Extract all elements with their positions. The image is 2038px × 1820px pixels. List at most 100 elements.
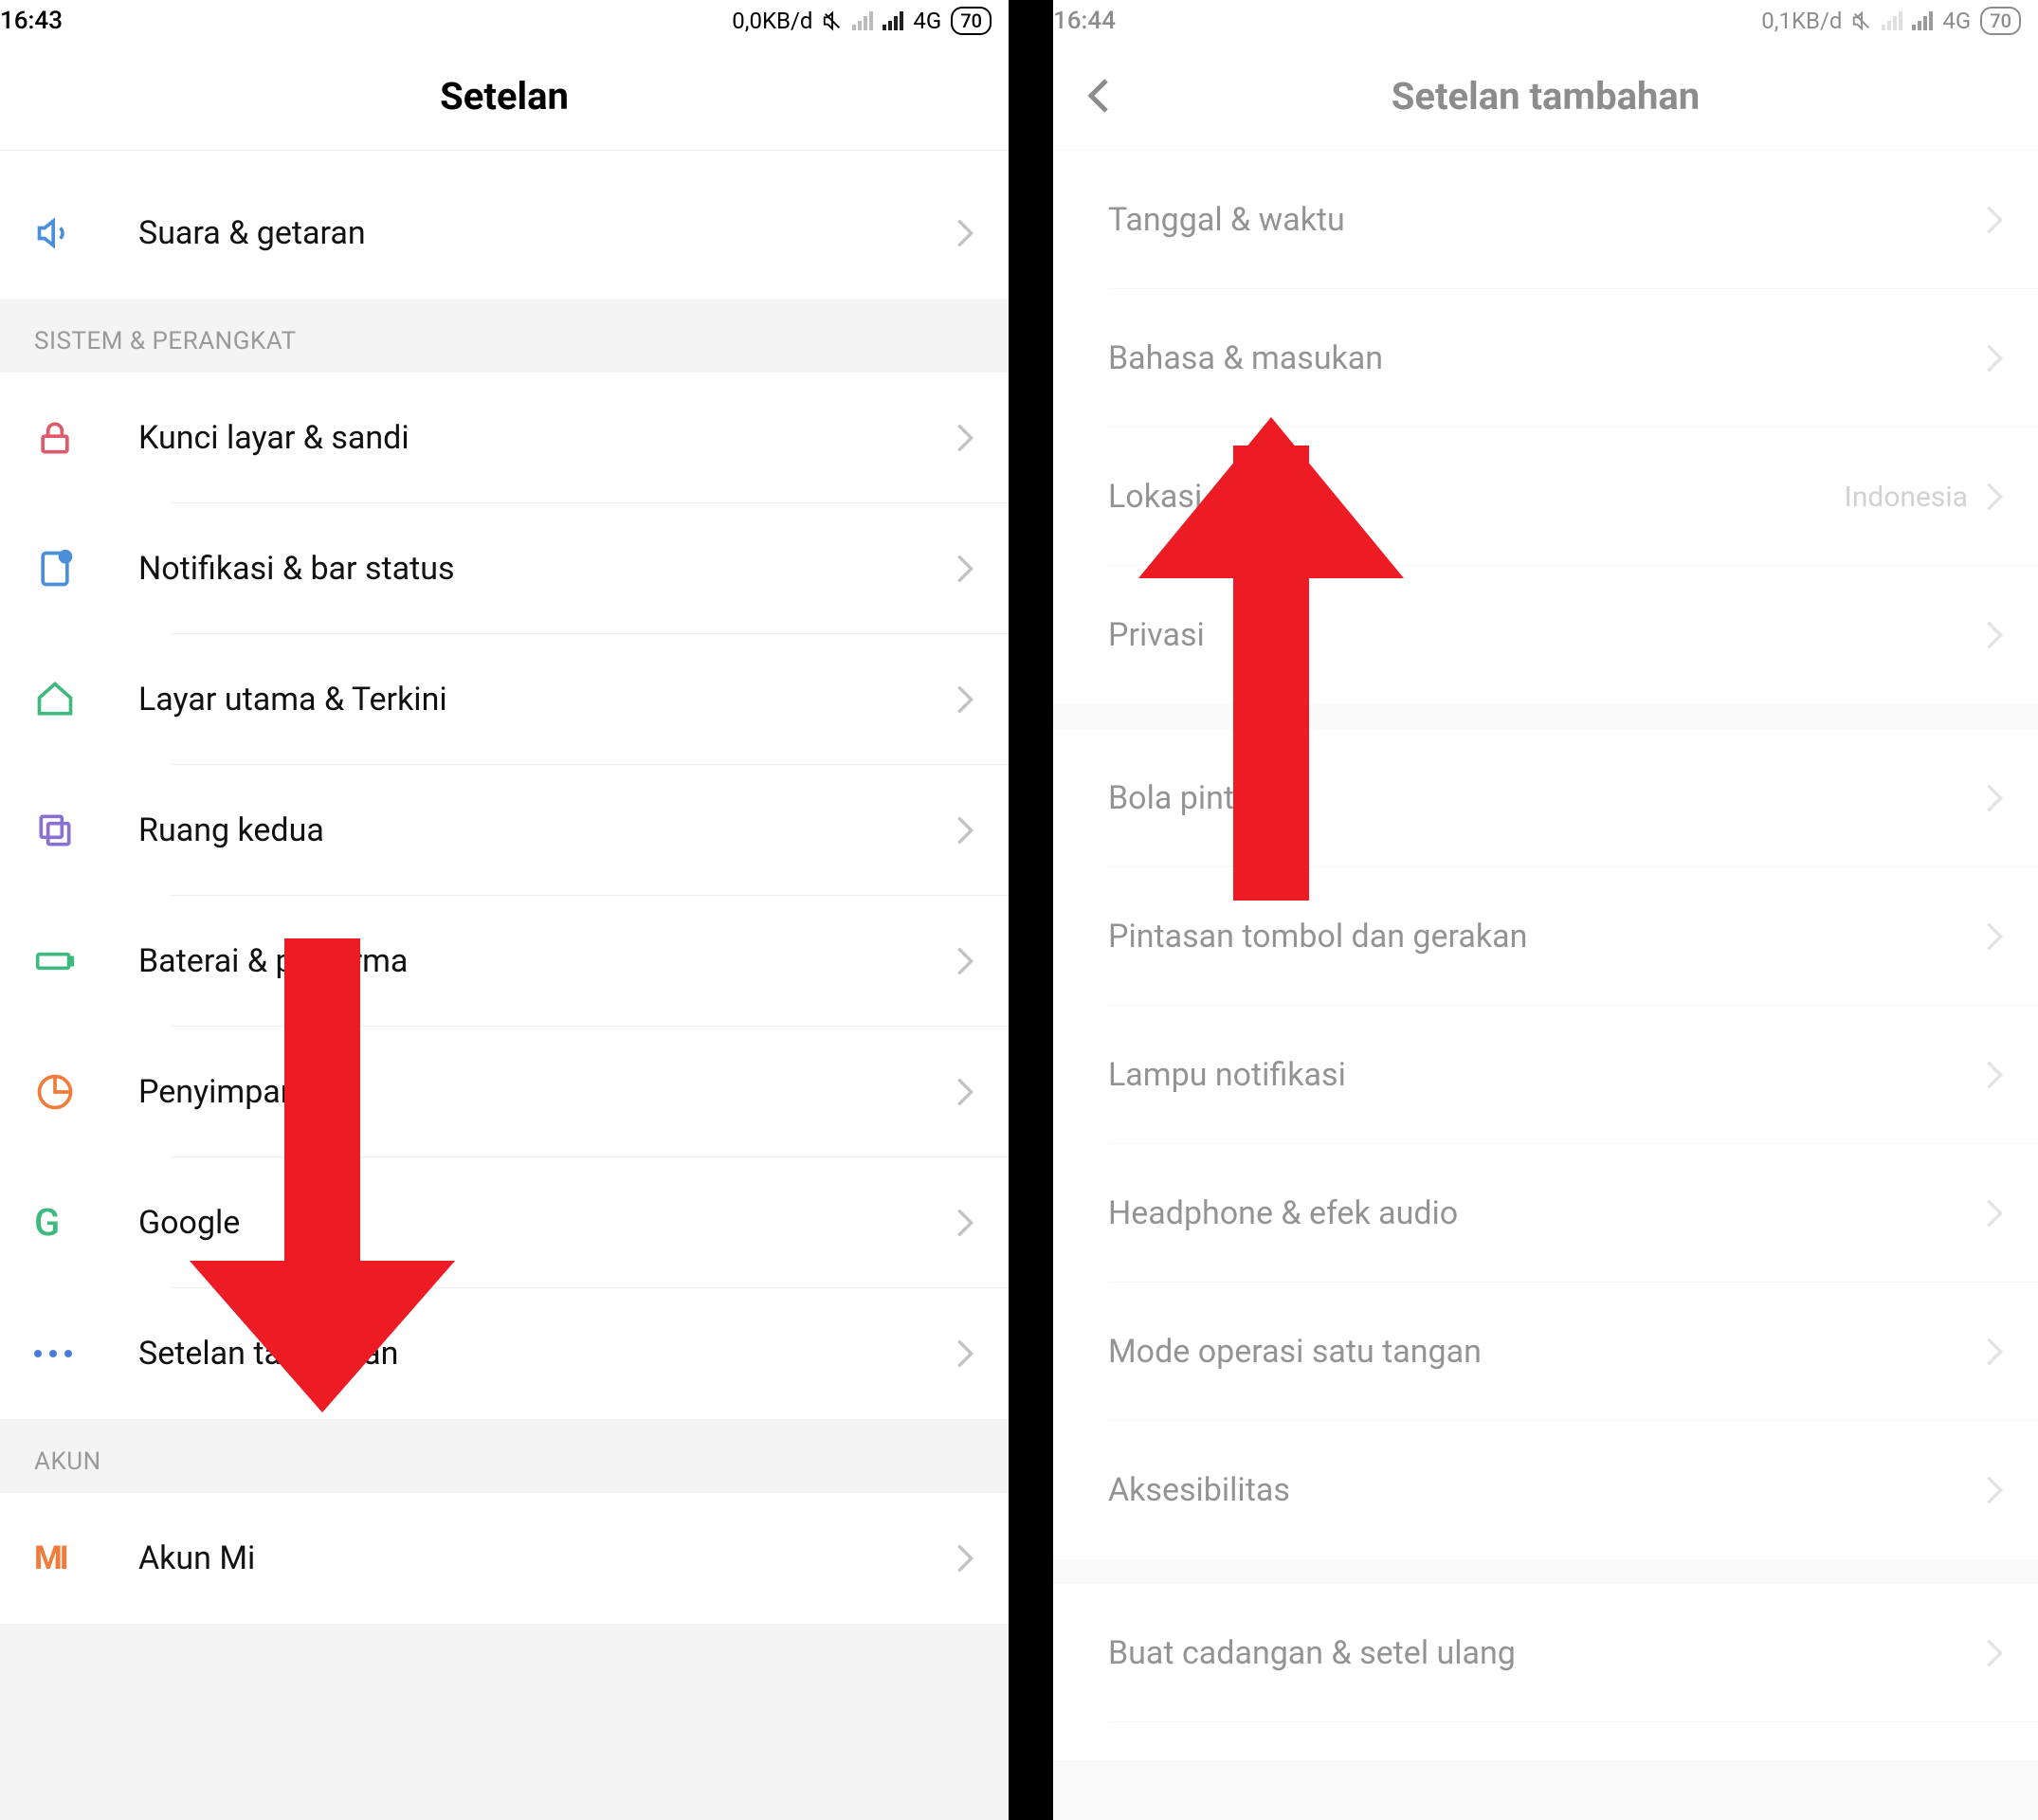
notification-icon: [34, 548, 76, 590]
mute-icon: [1851, 10, 1872, 31]
list-item-label: Penyimpanan: [138, 1073, 955, 1111]
battery-icon: [34, 940, 76, 982]
list-item-label: Setelan tambahan: [138, 1335, 955, 1373]
list-item-mode-satu-tangan[interactable]: Mode operasi satu tangan: [1053, 1283, 2038, 1421]
net-speed: 0,1KB/d: [1761, 8, 1842, 34]
copy-icon: [34, 810, 76, 851]
chevron-right-icon: [1985, 204, 2004, 236]
home-icon: [34, 679, 76, 720]
chevron-right-icon: [1985, 1059, 2004, 1091]
list-item-label: Google: [138, 1204, 955, 1242]
list-item-pintasan[interactable]: Pintasan tombol dan gerakan: [1053, 867, 2038, 1006]
google-icon: G: [34, 1202, 76, 1244]
theme-icon: [34, 151, 138, 168]
list-item-label: Lokasi: [1108, 478, 1845, 516]
list-item-label: Mode operasi satu tangan: [1108, 1333, 1985, 1371]
list-item-label: Lampu notifikasi: [1108, 1056, 1985, 1094]
list-item-headphone[interactable]: Headphone & efek audio: [1053, 1144, 2038, 1283]
chevron-left-icon: [1086, 77, 1111, 115]
list-item-label: Notifikasi & bar status: [138, 550, 955, 588]
list-item-label: Ruang kedua: [138, 811, 955, 849]
list-item-label: Privasi: [1108, 616, 1985, 654]
chevron-right-icon: [1985, 619, 2004, 651]
status-time: 16:44: [1053, 7, 1116, 35]
list-item-cadangan[interactable]: Buat cadangan & setel ulang: [1053, 1584, 2038, 1722]
list-item-tanggal[interactable]: Tanggal & waktu: [1053, 151, 2038, 289]
status-right: 0,0KB/d 4G 70: [732, 7, 992, 35]
screenshot-divider: [1009, 0, 1053, 1820]
chevron-right-icon: [955, 553, 974, 585]
list-item-lampu[interactable]: Lampu notifikasi: [1053, 1006, 2038, 1144]
list-item-mi-mover-partial[interactable]: Mi Mover: [1053, 1722, 2038, 1760]
mi-icon: MI: [34, 1538, 76, 1579]
list-item-label: Bola pintas: [1108, 779, 1985, 817]
group-akun: MI Akun Mi: [0, 1493, 1009, 1624]
chevron-right-icon: [1985, 1637, 2004, 1669]
list-item-kunci[interactable]: Kunci layar & sandi: [0, 373, 1009, 503]
list-item-baterai[interactable]: Baterai & performa: [0, 896, 1009, 1027]
list-item-label: Headphone & efek audio: [1108, 1194, 1985, 1232]
list-item-value: Indonesia: [1845, 481, 1968, 514]
signal-icon: [1912, 11, 1933, 30]
signal-icon: [883, 11, 903, 30]
list-item-akun-mi[interactable]: MI Akun Mi: [0, 1493, 1009, 1624]
status-time: 16:43: [0, 7, 63, 35]
page-title: Setelan tambahan: [1392, 74, 1700, 118]
list-item-bola[interactable]: Bola pintas: [1053, 729, 2038, 867]
list-item-label: Baterai & performa: [138, 942, 955, 980]
list-item-suara[interactable]: Suara & getaran: [0, 168, 1009, 299]
list-item-label: Kunci layar & sandi: [138, 419, 955, 457]
header: Setelan tambahan: [1053, 42, 2038, 151]
list-item-notifikasi[interactable]: Notifikasi & bar status: [0, 503, 1009, 634]
lock-icon: [34, 417, 76, 459]
list-item-penyimpanan[interactable]: Penyimpanan: [0, 1027, 1009, 1157]
chevron-right-icon: [1985, 1336, 2004, 1368]
chevron-right-icon: [1985, 920, 2004, 953]
header: Setelan: [0, 42, 1009, 151]
list-item-label: Aksesibilitas: [1108, 1471, 1985, 1509]
signal-weak-icon: [852, 11, 873, 30]
status-right: 0,1KB/d 4G 70: [1761, 7, 2021, 35]
list-item-label: Layar utama & Terkini: [138, 681, 955, 719]
chevron-right-icon: [955, 1542, 974, 1574]
back-button[interactable]: [1080, 77, 1118, 115]
chevron-right-icon: [955, 217, 974, 249]
chevron-right-icon: [955, 422, 974, 454]
chevron-right-icon: [1985, 342, 2004, 374]
net-label: 4G: [1942, 8, 1971, 34]
chevron-right-icon: [955, 683, 974, 716]
list-item-google[interactable]: G Google: [0, 1157, 1009, 1288]
chevron-right-icon: [955, 814, 974, 846]
section-header-akun: AKUN: [0, 1419, 1009, 1493]
list-item-layar[interactable]: Layar utama & Terkini: [0, 634, 1009, 765]
list-item-label: Bahasa & masukan: [1108, 339, 1985, 377]
list-item-aksesibilitas[interactable]: Aksesibilitas: [1053, 1421, 2038, 1559]
status-bar: 16:43 0,0KB/d 4G 70: [0, 0, 1009, 42]
list-item-label: Buat cadangan & setel ulang: [1108, 1634, 1985, 1672]
net-speed: 0,0KB/d: [732, 8, 812, 34]
list-item-setelan-tambahan[interactable]: Setelan tambahan: [0, 1288, 1009, 1419]
list-item-privasi[interactable]: Privasi: [1053, 566, 2038, 704]
additional-settings-list[interactable]: Tanggal & waktu Bahasa & masukan Lokasi …: [1053, 151, 2038, 1820]
list-item-label: Tanggal & waktu: [1108, 201, 1985, 239]
list-item-ruang[interactable]: Ruang kedua: [0, 765, 1009, 896]
chevron-right-icon: [955, 1207, 974, 1239]
chevron-right-icon: [1985, 481, 2004, 513]
settings-screen: 16:43 0,0KB/d 4G 70 Setelan Suara & geta…: [0, 0, 1009, 1820]
chevron-right-icon: [1985, 1474, 2004, 1506]
more-icon: [34, 1350, 72, 1357]
additional-settings-screen: 16:44 0,1KB/d 4G 70 Setelan tambahan Tan…: [1053, 0, 2038, 1820]
list-item-lokasi[interactable]: Lokasi Indonesia: [1053, 428, 2038, 566]
chevron-right-icon: [955, 945, 974, 977]
list-item-label: Pintasan tombol dan gerakan: [1108, 918, 1985, 956]
signal-weak-icon: [1882, 11, 1902, 30]
battery-pill: 70: [1980, 7, 2021, 35]
list-item-bahasa[interactable]: Bahasa & masukan: [1053, 289, 2038, 428]
net-label: 4G: [913, 8, 941, 34]
settings-list[interactable]: Suara & getaran SISTEM & PERANGKAT Kunci…: [0, 151, 1009, 1820]
chevron-right-icon: [1985, 1197, 2004, 1229]
chevron-right-icon: [955, 1338, 974, 1370]
list-item-tema-partial[interactable]: [0, 151, 1009, 168]
chevron-right-icon: [955, 1076, 974, 1108]
page-title: Setelan: [440, 74, 569, 118]
